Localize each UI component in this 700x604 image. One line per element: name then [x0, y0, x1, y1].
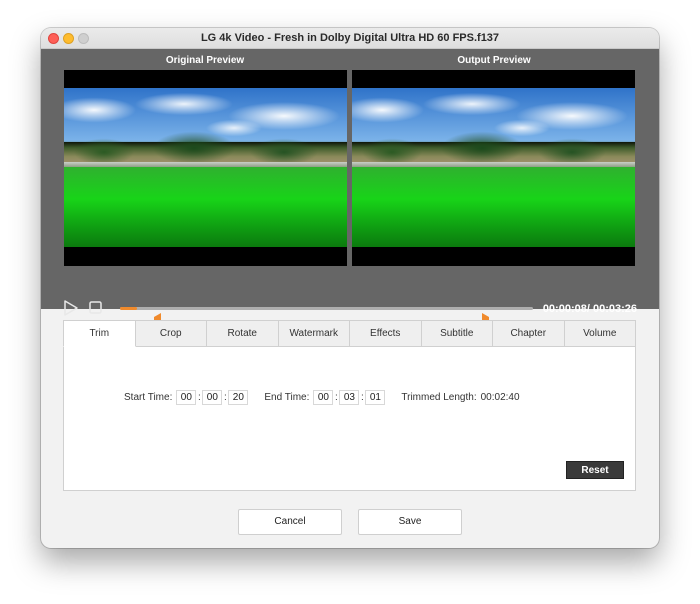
timeline-progress	[120, 307, 137, 310]
tab-watermark[interactable]: Watermark	[278, 320, 350, 347]
edit-tabs: Trim Crop Rotate Watermark Effects Subti…	[63, 320, 636, 347]
trimmed-length-value: 00:02:40	[480, 391, 520, 403]
end-time-label: End Time:	[264, 391, 310, 403]
tab-chapter[interactable]: Chapter	[493, 320, 565, 347]
output-preview-pane	[352, 70, 635, 266]
window-title: LG 4k Video - Fresh in Dolby Digital Ult…	[200, 32, 500, 44]
original-preview-pane	[64, 70, 347, 266]
cancel-button[interactable]: Cancel	[238, 509, 342, 535]
save-button[interactable]: Save	[358, 509, 462, 535]
original-video-frame	[64, 88, 347, 247]
video-editor-window: LG 4k Video - Fresh in Dolby Digital Ult…	[41, 28, 659, 548]
start-time-label: Start Time:	[124, 391, 173, 403]
trim-settings-row: Start Time: : : End Time: : : Trimmed Le…	[124, 389, 520, 405]
start-hours-field[interactable]	[176, 389, 197, 405]
end-minutes-field[interactable]	[339, 389, 360, 405]
trimmed-length-label: Trimmed Length:	[401, 391, 477, 403]
stop-icon[interactable]	[89, 301, 102, 314]
output-preview-label: Output Preview	[457, 55, 531, 66]
timeline-slider[interactable]	[120, 307, 533, 310]
start-seconds-field[interactable]	[228, 389, 249, 405]
reset-button[interactable]: Reset	[566, 461, 624, 479]
tab-crop[interactable]: Crop	[135, 320, 207, 347]
end-seconds-field[interactable]	[365, 389, 386, 405]
title-bar: LG 4k Video - Fresh in Dolby Digital Ult…	[41, 28, 659, 49]
tab-effects[interactable]: Effects	[350, 320, 422, 347]
edit-panel: Trim Crop Rotate Watermark Effects Subti…	[63, 320, 636, 491]
preview-area: Original Preview Output Preview 00:00:08…	[41, 49, 659, 322]
tab-trim[interactable]: Trim	[63, 320, 136, 347]
start-minutes-field[interactable]	[202, 389, 223, 405]
end-hours-field[interactable]	[313, 389, 334, 405]
time-readout: 00:00:08/ 00:03:26	[542, 303, 637, 315]
play-icon[interactable]	[63, 299, 79, 317]
tab-subtitle[interactable]: Subtitle	[421, 320, 493, 347]
tab-volume[interactable]: Volume	[564, 320, 636, 347]
output-video-frame	[352, 88, 635, 247]
original-preview-label: Original Preview	[165, 55, 245, 66]
tab-rotate[interactable]: Rotate	[207, 320, 279, 347]
